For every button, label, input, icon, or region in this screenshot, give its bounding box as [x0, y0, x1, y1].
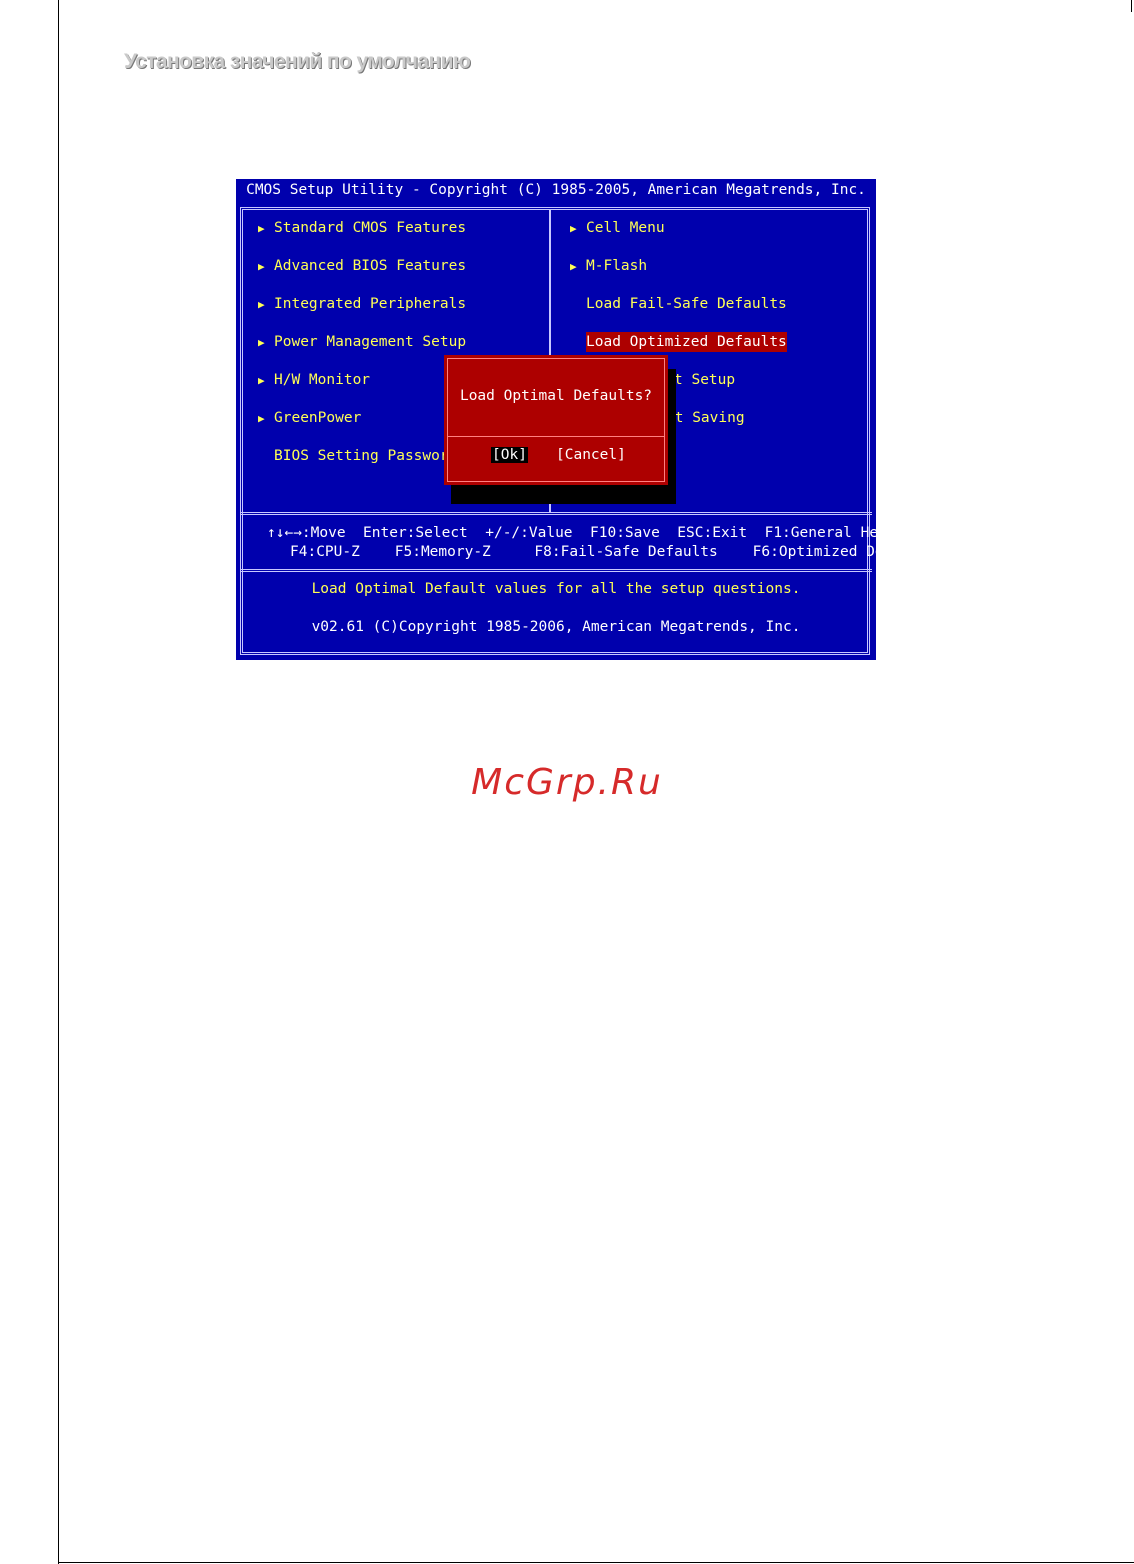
dialog-border	[447, 358, 665, 482]
confirm-dialog: Load Optimal Defaults? [Ok] [Cancel]	[444, 355, 668, 485]
menu-item-power-management[interactable]: ▶ Power Management Setup	[258, 332, 466, 352]
submenu-arrow-icon: ▶	[258, 412, 265, 425]
submenu-arrow-icon: ▶	[258, 260, 265, 273]
watermark: McGrp.Ru	[471, 762, 663, 803]
menu-item-bios-password[interactable]: BIOS Setting Password	[274, 446, 457, 466]
bios-title: CMOS Setup Utility - Copyright (C) 1985-…	[236, 179, 876, 202]
menu-item-greenpower[interactable]: ▶ GreenPower	[258, 408, 361, 428]
menu-divider	[240, 512, 872, 515]
menu-item-hw-monitor[interactable]: ▶ H/W Monitor	[258, 370, 370, 390]
menu-item-exit-without-saving-partial[interactable]: ut Saving	[666, 408, 745, 428]
menu-item-load-failsafe[interactable]: Load Fail-Safe Defaults	[586, 294, 787, 314]
item-description: Load Optimal Default values for all the …	[311, 581, 801, 597]
menu-item-advanced-bios[interactable]: ▶ Advanced BIOS Features	[258, 256, 466, 276]
menu-item-integrated-peripherals[interactable]: ▶ Integrated Peripherals	[258, 294, 466, 314]
menu-item-m-flash[interactable]: ▶ M-Flash	[570, 256, 647, 276]
menu-item-cell-menu[interactable]: ▶ Cell Menu	[570, 218, 665, 238]
submenu-arrow-icon: ▶	[258, 222, 265, 235]
cancel-button[interactable]: [Cancel]	[556, 447, 626, 463]
menu-item-save-exit-partial[interactable]: t Setup	[674, 370, 735, 390]
help-line-2: F4:CPU-Z F5:Memory-Z F8:Fail-Safe Defaul…	[290, 544, 876, 560]
bios-screen: CMOS Setup Utility - Copyright (C) 1985-…	[236, 179, 876, 660]
submenu-arrow-icon: ▶	[258, 298, 265, 311]
help-divider	[240, 569, 872, 572]
dialog-separator	[447, 436, 665, 437]
submenu-arrow-icon: ▶	[570, 260, 577, 273]
section-heading: Установка значений по умолчанию	[124, 50, 471, 73]
submenu-arrow-icon: ▶	[570, 222, 577, 235]
submenu-arrow-icon: ▶	[258, 336, 265, 349]
menu-item-standard-cmos[interactable]: ▶ Standard CMOS Features	[258, 218, 466, 238]
dialog-question: Load Optimal Defaults?	[459, 388, 653, 404]
submenu-arrow-icon: ▶	[258, 374, 265, 387]
ok-button[interactable]: [Ok]	[491, 447, 528, 463]
help-line-1: ↑↓←→:Move Enter:Select +/-/:Value F10:Sa…	[267, 525, 876, 541]
menu-item-load-optimized[interactable]: Load Optimized Defaults	[586, 332, 787, 352]
bios-version: v02.61 (C)Copyright 1985-2006, American …	[311, 619, 801, 635]
page-border-bottom	[58, 1562, 1134, 1563]
page-border-right	[1131, 0, 1132, 12]
